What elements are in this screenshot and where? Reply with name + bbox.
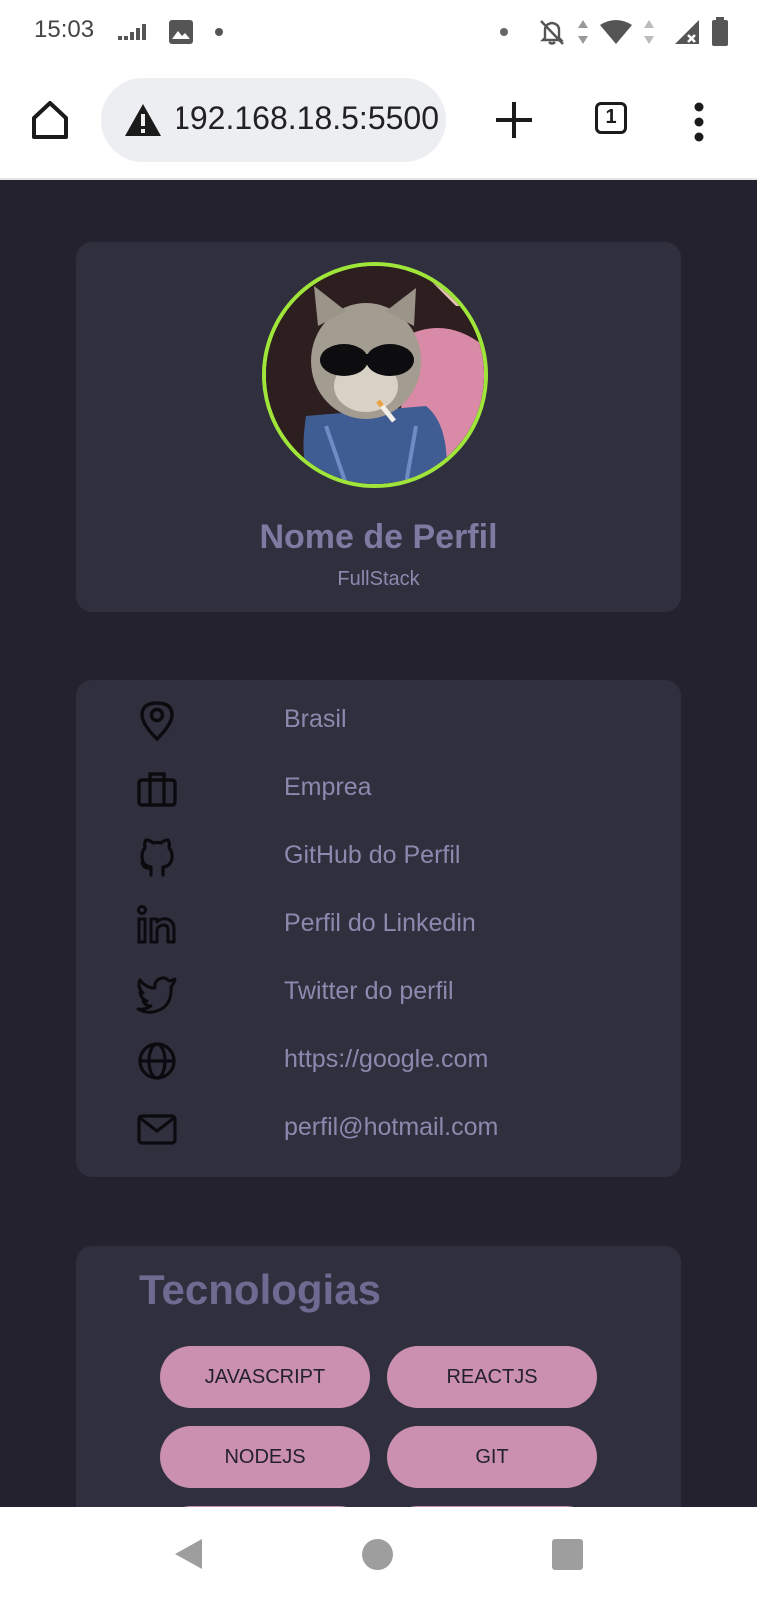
info-location-text: Brasil (284, 705, 347, 733)
info-company-text: Emprea (284, 773, 372, 801)
warning-icon[interactable] (123, 102, 163, 138)
avatar (262, 262, 488, 488)
cell-signal-icon (675, 20, 699, 44)
info-item-linkedin[interactable]: Perfil do Linkedin (136, 900, 656, 952)
twitter-icon (136, 976, 177, 1014)
menu-dots-icon[interactable] (687, 100, 711, 144)
status-left-icons (118, 18, 224, 46)
battery-icon (712, 17, 728, 46)
dot-icon (215, 28, 223, 36)
info-item-email[interactable]: perfil@hotmail.com (136, 1104, 656, 1156)
avatar-image (266, 266, 484, 484)
info-website-text[interactable]: https://google.com (284, 1045, 488, 1074)
info-linkedin-text[interactable]: Perfil do Linkedin (284, 909, 476, 938)
info-card: Brasil Emprea GitHub do Perfil Perfil do… (76, 680, 681, 1177)
status-right-icons (499, 16, 729, 48)
info-github-text[interactable]: GitHub do Perfil (284, 841, 460, 870)
recents-icon[interactable] (552, 1539, 583, 1570)
plus-icon[interactable] (494, 100, 534, 140)
mail-icon (137, 1114, 177, 1145)
info-item-github[interactable]: GitHub do Perfil (136, 832, 656, 884)
notifications-off-icon (540, 20, 564, 45)
tab-switcher-button[interactable]: 1 (595, 102, 627, 134)
tech-tag-nodejs: NODEJS (160, 1426, 370, 1488)
browser-toolbar: 192.168.18.5:5500 1 (0, 64, 757, 180)
android-nav-bar (0, 1507, 757, 1600)
signal-bars-icon (118, 24, 146, 40)
info-email-text[interactable]: perfil@hotmail.com (284, 1113, 498, 1142)
home-circle-icon[interactable] (362, 1539, 393, 1570)
technologies-title: Tecnologias (139, 1266, 381, 1313)
wifi-icon (600, 20, 632, 44)
tech-tag-javascript: JAVASCRIPT (160, 1346, 370, 1408)
address-bar[interactable]: 192.168.18.5:5500 (101, 78, 446, 162)
profile-card: Nome de Perfil FullStack (76, 242, 681, 612)
location-pin-icon (140, 701, 174, 742)
dot-icon (500, 28, 508, 36)
github-icon (140, 838, 174, 877)
linkedin-icon (137, 905, 176, 944)
data-arrows-icon (578, 20, 588, 44)
profile-name: Nome de Perfil (259, 518, 498, 556)
data-arrows-icon (644, 20, 654, 44)
info-item-location: Brasil (136, 696, 656, 748)
info-twitter-text[interactable]: Twitter do perfil (284, 977, 454, 1006)
briefcase-icon (137, 772, 177, 807)
status-bar: 15:03 (0, 0, 757, 64)
info-item-twitter[interactable]: Twitter do perfil (136, 968, 656, 1020)
page-content: Nome de Perfil FullStack Brasil Emprea G… (0, 180, 757, 1507)
profile-role: FullStack (337, 568, 420, 590)
tech-tag-git: GIT (387, 1426, 597, 1488)
globe-icon (138, 1042, 176, 1080)
image-icon (169, 20, 193, 44)
tech-tag-reactjs: REACTJS (387, 1346, 597, 1408)
info-item-company: Emprea (136, 764, 656, 816)
technologies-card: Tecnologias JAVASCRIPT REACTJS NODEJS GI… (76, 1246, 681, 1507)
status-time: 15:03 (34, 16, 95, 43)
home-icon[interactable] (28, 98, 72, 142)
back-icon[interactable] (172, 1537, 204, 1571)
url-text[interactable]: 192.168.18.5:5500 (177, 100, 439, 142)
info-item-website[interactable]: https://google.com (136, 1036, 656, 1088)
